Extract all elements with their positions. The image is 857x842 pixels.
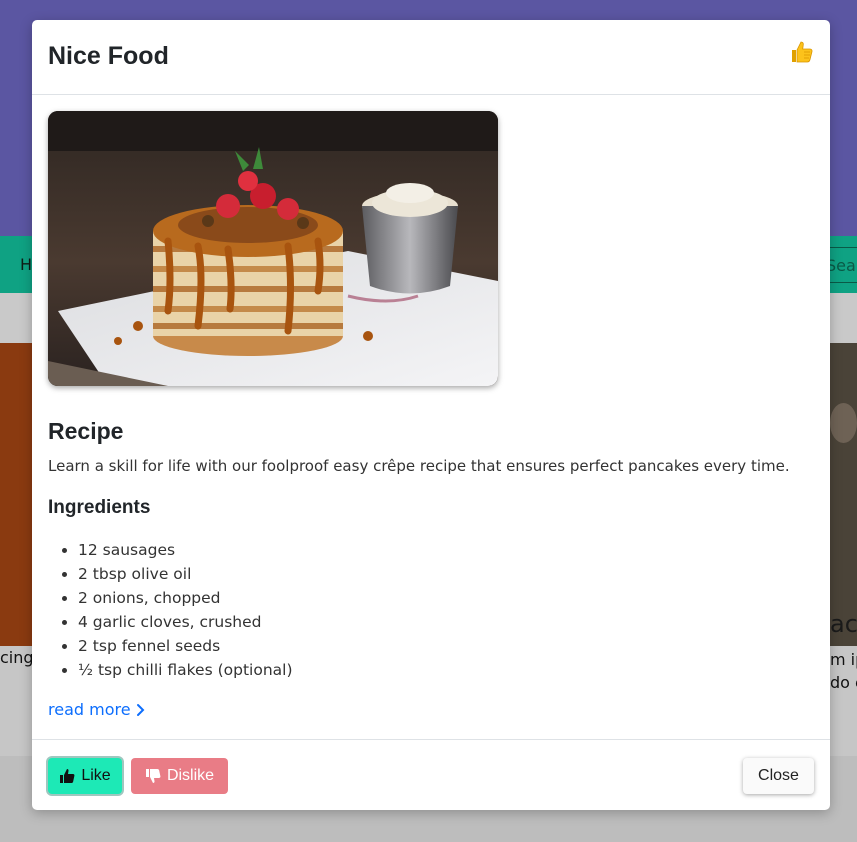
card-image-left — [0, 343, 32, 646]
dislike-label: Dislike — [166, 767, 215, 784]
thumbs-up-icon — [792, 41, 813, 63]
read-more-link[interactable]: read more — [48, 700, 147, 719]
nav-home-link[interactable]: H — [20, 255, 32, 274]
modal-header: Nice Food — [32, 20, 830, 95]
card-left-caption: cing — [0, 648, 34, 667]
close-button[interactable]: Close — [743, 758, 814, 794]
card-right-caption: m ip do e — [830, 648, 857, 694]
food-image — [48, 111, 498, 386]
modal-title: Nice Food — [48, 42, 169, 70]
ingredient-item: 12 sausages — [78, 540, 293, 564]
card-right-line: do e — [830, 673, 857, 692]
like-label: Like — [81, 767, 111, 784]
food-modal: Nice Food Recipe Learn a skill for life … — [32, 20, 830, 810]
like-button[interactable]: Like — [48, 758, 122, 794]
card-image-right — [830, 343, 857, 646]
recipe-heading: Recipe — [48, 418, 124, 444]
ingredient-item: 4 garlic cloves, crushed — [78, 612, 293, 636]
modal-body: Recipe Learn a skill for life with our f… — [48, 111, 814, 719]
ingredient-item: ½ tsp chilli flakes (optional) — [78, 660, 293, 684]
ingredients-list: 12 sausages 2 tbsp olive oil 2 onions, c… — [78, 540, 293, 684]
ingredients-heading: Ingredients — [48, 497, 151, 518]
card-right-line: m ip — [830, 650, 857, 669]
card-right-title: ac — [830, 610, 857, 638]
dislike-button[interactable]: Dislike — [131, 758, 228, 794]
ingredient-item: 2 tsp fennel seeds — [78, 636, 293, 660]
ingredient-item: 2 tbsp olive oil — [78, 564, 293, 588]
thumbs-down-icon — [145, 769, 161, 783]
thumbs-up-icon — [60, 769, 75, 783]
read-more-label: read more — [48, 700, 131, 719]
recipe-description: Learn a skill for life with our foolproo… — [48, 457, 790, 475]
ingredient-item: 2 onions, chopped — [78, 588, 293, 612]
chevron-right-icon — [136, 703, 144, 716]
modal-footer: Like Dislike Close — [32, 739, 830, 810]
